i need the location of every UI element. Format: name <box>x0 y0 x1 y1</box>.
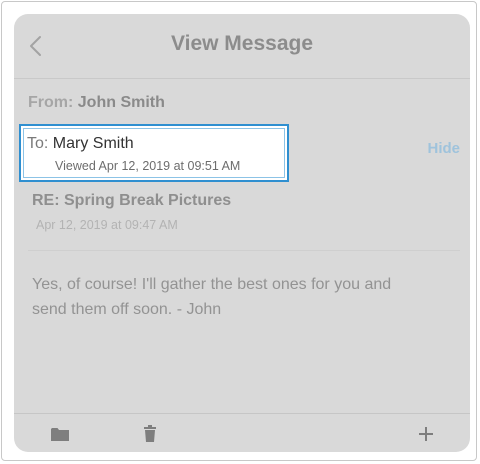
trash-icon <box>144 425 156 442</box>
to-name: Mary Smith <box>52 135 134 152</box>
to-label: To: <box>27 135 49 152</box>
plus-icon <box>419 427 433 441</box>
add-button[interactable] <box>416 424 436 444</box>
window-frame: View Message From: John Smith To: Mary S… <box>1 1 477 461</box>
from-row: From: John Smith <box>28 94 165 112</box>
folder-icon <box>51 428 69 441</box>
message-subject: RE: Spring Break Pictures <box>32 192 232 209</box>
hide-link[interactable]: Hide <box>427 140 460 157</box>
header-bar: View Message <box>14 14 470 79</box>
message-date: Apr 12, 2019 at 09:47 AM <box>36 218 178 232</box>
from-label: From: <box>28 94 74 111</box>
viewed-status: Viewed Apr 12, 2019 at 09:51 AM <box>55 159 241 173</box>
divider <box>28 250 460 251</box>
from-name: John Smith <box>77 94 165 111</box>
message-body-line: Yes, of course! I'll gather the best one… <box>32 276 392 293</box>
message-body-line: send them off soon. - John <box>32 301 222 318</box>
message-body: Yes, of course! I'll gather the best one… <box>32 272 452 322</box>
trash-button[interactable] <box>140 424 160 444</box>
folder-button[interactable] <box>50 424 70 444</box>
page-title: View Message <box>170 32 314 55</box>
message-screen: View Message From: John Smith To: Mary S… <box>14 14 470 452</box>
footer-toolbar <box>14 413 470 452</box>
to-line: To: Mary Smith <box>27 135 134 153</box>
to-recipient-box[interactable]: To: Mary Smith Viewed Apr 12, 2019 at 09… <box>19 124 289 182</box>
